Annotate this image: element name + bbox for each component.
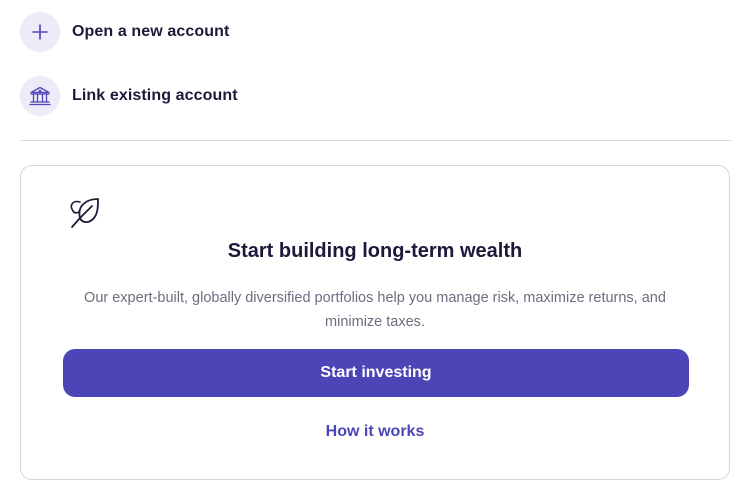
- plus-icon: [20, 12, 60, 52]
- open-new-account-row[interactable]: Open a new account: [20, 12, 229, 52]
- divider: [20, 140, 732, 141]
- page: Open a new account Link existing account: [0, 0, 749, 497]
- card-description: Our expert-built, globally diversified p…: [84, 290, 666, 330]
- card-title: Start building long-term wealth: [227, 240, 523, 262]
- invest-promo-card: Start building long-term wealth Our expe…: [20, 165, 730, 480]
- bank-icon: [20, 76, 60, 116]
- link-existing-account-row[interactable]: Link existing account: [20, 76, 238, 116]
- open-new-account-label: Open a new account: [72, 23, 230, 40]
- how-it-works-link[interactable]: How it works: [21, 423, 729, 441]
- leaf-icon: [67, 196, 103, 230]
- link-existing-account-label: Link existing account: [72, 87, 238, 104]
- start-investing-button[interactable]: Start investing: [63, 349, 689, 397]
